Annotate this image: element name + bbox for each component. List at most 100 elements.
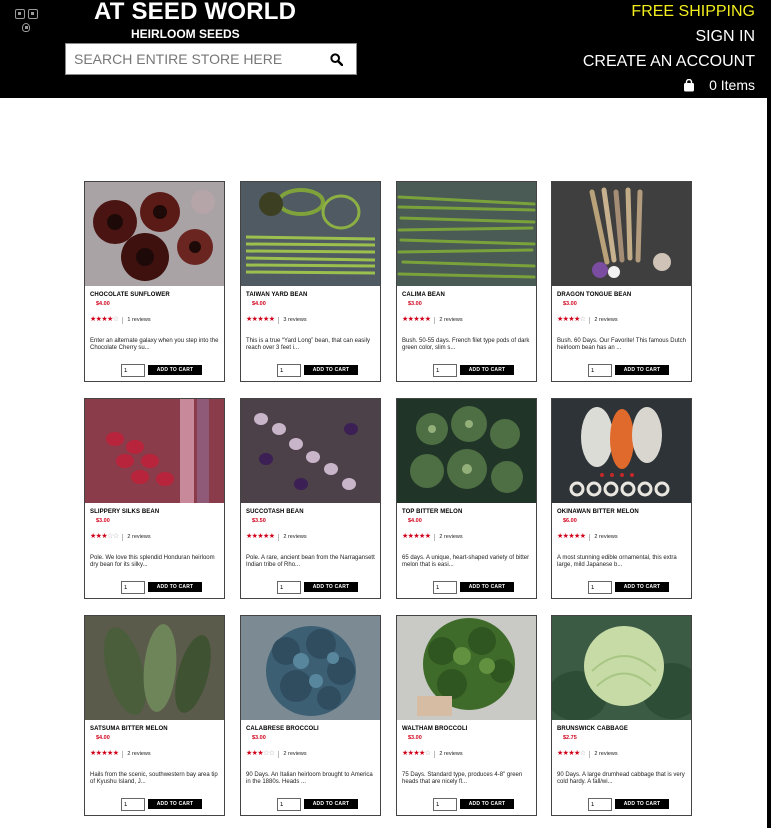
product-card[interactable]: SATSUMA BITTER MELON $4.00 ★★★★★ 2 reviews H… [84,615,225,816]
product-card[interactable]: BRUNSWICK CABBAGE $2.75 ★★★★☆ 2 reviews 90 D… [551,615,692,816]
search-button[interactable] [317,44,356,74]
quantity-input[interactable] [433,798,457,811]
create-account-link[interactable]: CREATE AN ACCOUNT [583,53,755,71]
quantity-input[interactable] [277,581,301,594]
product-name[interactable]: DRAGON TONGUE BEAN [557,292,631,298]
product-rating: ★★★★★ 2 reviews [557,533,618,541]
product-image[interactable] [397,616,536,720]
quantity-input[interactable] [121,581,145,594]
product-name[interactable]: CALIMA BEAN [402,292,445,298]
add-to-cart-button[interactable]: ADD TO CART [304,582,358,592]
product-image[interactable] [552,182,691,286]
product-price: $3.50 [252,518,266,524]
product-card[interactable]: CHOCOLATE SUNFLOWER $4.00 ★★★★☆ 1 reviews En… [84,181,225,382]
shopping-bag-icon [684,78,695,91]
review-count[interactable]: 2 reviews [439,751,462,757]
review-count[interactable]: 2 reviews [594,534,617,540]
product-price: $4.00 [96,301,110,307]
product-card[interactable]: SLIPPERY SILKS BEAN $3.00 ★★★☆☆ 2 reviews Po… [84,398,225,599]
add-to-cart-button[interactable]: ADD TO CART [304,799,358,809]
product-image[interactable] [241,616,380,720]
product-name[interactable]: BRUNSWICK CABBAGE [557,726,628,732]
add-to-cart-button[interactable]: ADD TO CART [460,582,514,592]
sign-in-link[interactable]: SIGN IN [695,28,755,46]
product-name[interactable]: TAIWAN YARD BEAN [246,292,308,298]
quantity-input[interactable] [588,364,612,377]
review-count[interactable]: 2 reviews [594,751,617,757]
product-card[interactable]: TAIWAN YARD BEAN $4.00 ★★★★★ 3 reviews This … [240,181,381,382]
product-name[interactable]: OKINAWAN BITTER MELON [557,509,639,515]
product-card[interactable]: CALIMA BEAN $3.00 ★★★★★ 2 reviews Bush. 50-5… [396,181,537,382]
add-to-cart-button[interactable]: ADD TO CART [148,582,202,592]
review-count[interactable]: 2 reviews [283,751,306,757]
linkedin-icon[interactable] [28,9,38,19]
review-count[interactable]: 1 reviews [127,317,150,323]
product-rating: ★★★★★ 2 reviews [90,750,151,758]
product-card[interactable]: WALTHAM BROCCOLI $3.00 ★★★★☆ 2 reviews 75 Da… [396,615,537,816]
product-name[interactable]: SUCCOTASH BEAN [246,509,304,515]
divider [122,533,124,541]
add-to-cart-button[interactable]: ADD TO CART [615,365,669,375]
free-shipping-link[interactable]: FREE SHIPPING [631,3,755,21]
review-count[interactable]: 2 reviews [127,534,150,540]
product-card[interactable]: DRAGON TONGUE BEAN $3.00 ★★★★☆ 2 reviews Bus… [551,181,692,382]
brand-name[interactable]: AT SEED WORLD [94,0,296,26]
add-to-cart-button[interactable]: ADD TO CART [148,365,202,375]
quantity-input[interactable] [433,364,457,377]
product-name[interactable]: WALTHAM BROCCOLI [402,726,467,732]
product-image[interactable] [397,182,536,286]
divider [589,750,591,758]
product-card[interactable]: TOP BITTER MELON $4.00 ★★★★★ 2 reviews 65 da… [396,398,537,599]
review-count[interactable]: 3 reviews [283,317,306,323]
product-image[interactable] [85,182,224,286]
quantity-input[interactable] [277,798,301,811]
search-input[interactable] [66,44,318,74]
product-rating: ★★★★★ 2 reviews [402,316,463,324]
quantity-input[interactable] [277,364,301,377]
product-image[interactable] [241,399,380,503]
cart-link[interactable]: 0 Items [683,77,755,93]
product-card[interactable]: SUCCOTASH BEAN $3.50 ★★★★★ 2 reviews Pole. A… [240,398,381,599]
product-price: $3.00 [96,518,110,524]
quantity-input[interactable] [588,581,612,594]
product-image[interactable] [397,399,536,503]
add-to-cart-button[interactable]: ADD TO CART [460,799,514,809]
quantity-input[interactable] [121,798,145,811]
product-image[interactable] [85,399,224,503]
product-image[interactable] [85,616,224,720]
add-to-cart-button[interactable]: ADD TO CART [304,365,358,375]
divider [278,316,280,324]
product-name[interactable]: CHOCOLATE SUNFLOWER [90,292,170,298]
star-rating-icon: ★★★★☆ [402,750,431,757]
add-to-cart-button[interactable]: ADD TO CART [148,799,202,809]
add-to-cart-button[interactable]: ADD TO CART [615,799,669,809]
review-count[interactable]: 2 reviews [439,534,462,540]
quantity-input[interactable] [588,798,612,811]
star-rating-icon: ★★★☆☆ [90,533,119,540]
pinterest-icon[interactable] [15,9,25,19]
review-count[interactable]: 2 reviews [439,317,462,323]
review-count[interactable]: 2 reviews [594,317,617,323]
divider [278,750,280,758]
quantity-input[interactable] [121,364,145,377]
product-name[interactable]: CALABRESE BROCCOLI [246,726,319,732]
review-count[interactable]: 2 reviews [127,751,150,757]
product-price: $4.00 [252,301,266,307]
product-rating: ★★★☆☆ 2 reviews [90,533,151,541]
product-image[interactable] [552,399,691,503]
product-image[interactable] [241,182,380,286]
review-count[interactable]: 2 reviews [283,534,306,540]
product-price: $2.75 [563,735,577,741]
product-card[interactable]: CALABRESE BROCCOLI $3.00 ★★★☆☆ 2 reviews 90 … [240,615,381,816]
seed-icon[interactable] [22,23,30,32]
product-name[interactable]: TOP BITTER MELON [402,509,462,515]
product-image[interactable] [552,616,691,720]
product-name[interactable]: SATSUMA BITTER MELON [90,726,168,732]
product-description: Pole. A rare, ancient bean from the Narr… [246,555,375,568]
add-to-cart-button[interactable]: ADD TO CART [615,582,669,592]
star-rating-icon: ★★★★☆ [557,316,586,323]
quantity-input[interactable] [433,581,457,594]
product-name[interactable]: SLIPPERY SILKS BEAN [90,509,159,515]
product-card[interactable]: OKINAWAN BITTER MELON $6.00 ★★★★★ 2 reviews… [551,398,692,599]
add-to-cart-button[interactable]: ADD TO CART [460,365,514,375]
